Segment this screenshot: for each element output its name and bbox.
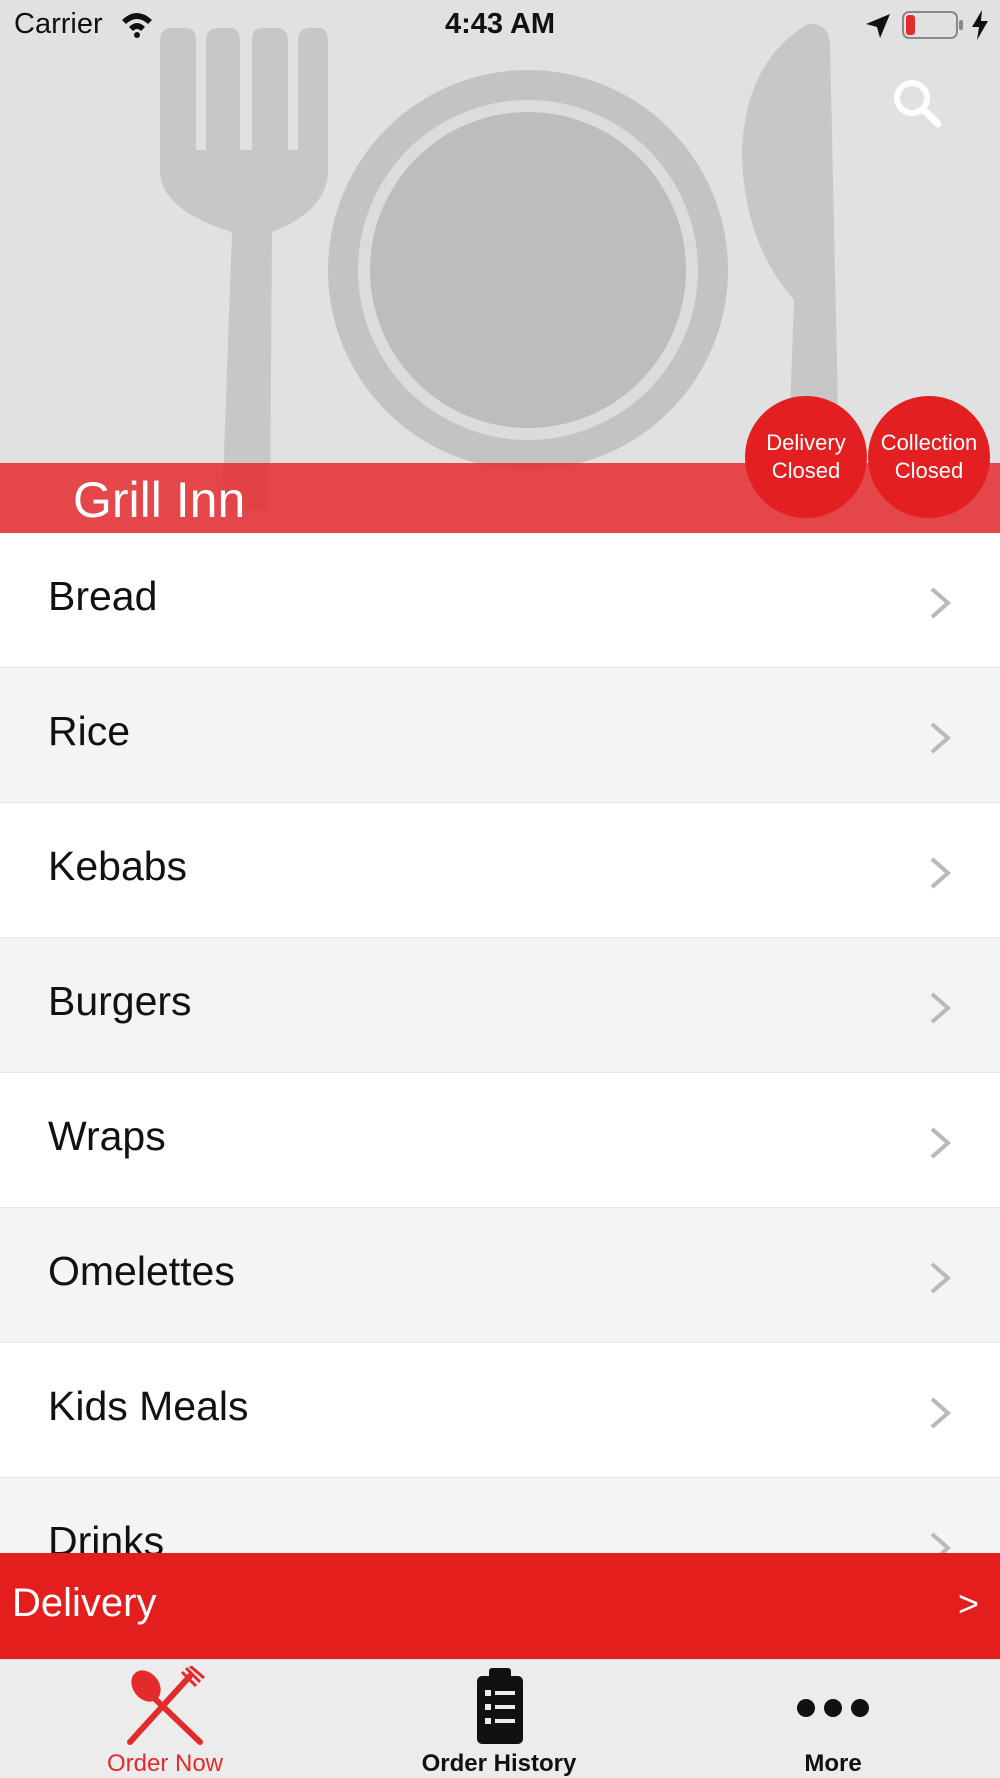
clock: 4:43 AM	[444, 8, 556, 40]
tab-label: More	[804, 1750, 862, 1777]
tab-label: Order History	[421, 1750, 577, 1777]
menu-item-label: Burgers	[48, 978, 192, 1024]
tab-order-history[interactable]: Order History	[349, 1660, 649, 1778]
tab-bar: Order Now Order History More	[0, 1659, 1000, 1778]
chevron-right-icon	[930, 1397, 952, 1429]
menu-item-bread[interactable]: Bread	[0, 533, 1000, 668]
delivery-arrow: >	[958, 1583, 980, 1624]
menu-item-kids-meals[interactable]: Kids Meals	[0, 1343, 1000, 1478]
tab-label: Order Now	[106, 1750, 224, 1777]
chevron-right-icon	[930, 992, 952, 1024]
fork-spoon-icon	[127, 1666, 205, 1745]
menu-item-kebabs[interactable]: Kebabs	[0, 803, 1000, 938]
delivery-mode-label: Delivery	[12, 1581, 157, 1625]
charging-bolt-icon	[972, 10, 988, 40]
menu-item-omelettes[interactable]: Omelettes	[0, 1208, 1000, 1343]
menu-item-wraps[interactable]: Wraps	[0, 1073, 1000, 1208]
location-arrow-icon	[866, 14, 890, 38]
chevron-right-icon	[930, 1532, 952, 1553]
restaurant-name: Grill Inn	[73, 472, 246, 528]
status-bar: Carrier 4:43 AM	[0, 0, 1000, 50]
delivery-status-badge: Delivery Closed	[745, 396, 867, 518]
delivery-status-line1: Delivery	[766, 430, 846, 455]
chevron-right-icon	[930, 1262, 952, 1294]
menu-item-drinks[interactable]: Drinks	[0, 1478, 1000, 1553]
search-icon[interactable]	[888, 74, 946, 132]
chevron-right-icon	[930, 587, 952, 619]
menu-item-label: Drinks	[48, 1518, 165, 1553]
chevron-right-icon	[930, 1127, 952, 1159]
menu-item-label: Bread	[48, 573, 158, 619]
menu-category-list[interactable]: Bread Rice Kebabs Burgers Wraps Omelette…	[0, 533, 1000, 1553]
menu-item-rice[interactable]: Rice	[0, 668, 1000, 803]
tab-order-now[interactable]: Order Now	[15, 1660, 315, 1778]
collection-status-badge: Collection Closed	[868, 396, 990, 518]
battery-icon	[902, 11, 963, 39]
delivery-mode-button[interactable]: Delivery >	[0, 1553, 1000, 1659]
menu-item-label: Wraps	[48, 1113, 166, 1159]
collection-status-line1: Collection	[880, 430, 978, 455]
more-dots-icon	[797, 1699, 869, 1717]
collection-status-line2: Closed	[894, 458, 964, 483]
chevron-right-icon	[930, 722, 952, 754]
menu-item-label: Kids Meals	[48, 1383, 249, 1429]
clipboard-icon	[477, 1668, 523, 1744]
delivery-status-line2: Closed	[771, 458, 841, 483]
tab-more[interactable]: More	[683, 1660, 983, 1778]
menu-item-label: Rice	[48, 708, 131, 754]
menu-item-label: Omelettes	[48, 1248, 235, 1294]
menu-item-label: Kebabs	[48, 843, 188, 889]
menu-item-burgers[interactable]: Burgers	[0, 938, 1000, 1073]
chevron-right-icon	[930, 857, 952, 889]
